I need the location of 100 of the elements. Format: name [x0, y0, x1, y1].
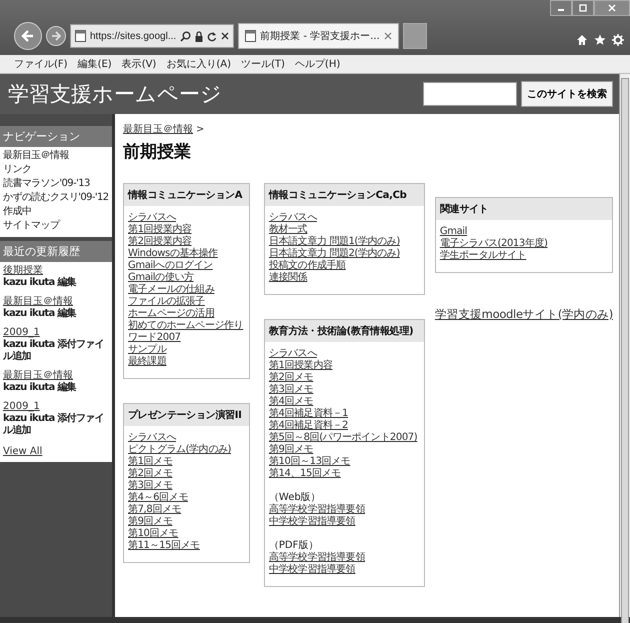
- close-icon[interactable]: [221, 32, 230, 40]
- sidebar-item[interactable]: かずの読むクスリ'09-'12: [3, 191, 109, 205]
- course-link[interactable]: 日本語文章力 問題2(学内のみ): [268, 248, 400, 260]
- gear-icon[interactable]: [612, 34, 624, 46]
- course-link[interactable]: 第2回メモ: [268, 372, 314, 384]
- course-link[interactable]: 学生ポータルサイト: [440, 250, 526, 262]
- box-heading: 関連サイト: [436, 198, 612, 220]
- course-link[interactable]: 第9回メモ: [128, 516, 172, 528]
- course-link[interactable]: シラバスへ: [268, 212, 317, 224]
- course-link[interactable]: 第9回メモ: [268, 444, 314, 456]
- course-link[interactable]: 初めてのホームページ作り: [128, 320, 244, 332]
- course-link[interactable]: 日本語文章力 問題1(学内のみ): [268, 236, 400, 248]
- search-field[interactable]: [423, 82, 517, 106]
- edit-info: kazu ikuta 編集: [3, 382, 78, 394]
- site-title: 学習支援ホームページ: [8, 81, 223, 108]
- box-heading: プレゼンテーション演習II: [124, 404, 249, 426]
- course-link[interactable]: サンプル: [128, 344, 166, 356]
- close-button[interactable]: [594, 0, 630, 16]
- recent-page-link[interactable]: 後期授業: [3, 264, 43, 277]
- moodle-link[interactable]: 学習支援moodleサイト(学内のみ): [434, 307, 613, 322]
- search-button[interactable]: このサイトを検索: [521, 81, 613, 107]
- course-link[interactable]: 中学校学習指導要領: [268, 516, 356, 528]
- sidebar-item[interactable]: サイトマップ: [3, 219, 109, 233]
- course-link[interactable]: シラバスへ: [128, 432, 176, 444]
- breadcrumb-separator: >: [196, 124, 204, 135]
- sidebar-heading: 最近の更新履歴: [0, 241, 112, 262]
- course-link[interactable]: 連接関係: [268, 272, 308, 284]
- view-all-link[interactable]: View All: [3, 445, 42, 458]
- course-link[interactable]: 第1回メモ: [128, 456, 172, 468]
- maximize-icon: [579, 4, 587, 12]
- course-link[interactable]: 投稿文の作成手順: [268, 260, 346, 272]
- course-link[interactable]: 第2回メモ: [128, 468, 172, 480]
- course-link[interactable]: シラバスへ: [268, 348, 317, 360]
- menu-item[interactable]: お気に入り(A): [166, 57, 231, 71]
- box-heading: 情報コミュニケーションCa,Cb: [264, 184, 424, 206]
- course-link[interactable]: 第10回～13回メモ: [268, 456, 350, 468]
- recent-page-link[interactable]: 最新目玉＠情報: [3, 369, 73, 382]
- menu-item[interactable]: ツール(T): [241, 57, 285, 71]
- home-icon[interactable]: [576, 34, 588, 46]
- course-link[interactable]: 第4～6回メモ: [128, 492, 188, 504]
- recent-page-link[interactable]: 2009_1: [3, 400, 40, 413]
- course-link[interactable]: 第4回補足資料－1: [268, 408, 348, 420]
- edit-info: kazu ikuta 添付ファイル追加: [3, 339, 105, 363]
- course-link[interactable]: 電子メールの仕組み: [128, 284, 214, 296]
- edit-info: kazu ikuta 編集: [3, 277, 78, 289]
- sidebar-item[interactable]: 読書マラソン'09-'13: [3, 177, 109, 191]
- refresh-icon[interactable]: [207, 30, 218, 42]
- recent-page-link[interactable]: 最新目玉＠情報: [3, 295, 73, 308]
- course-link[interactable]: ホームページの活用: [128, 308, 214, 320]
- address-bar[interactable]: https://sites.googl...: [70, 24, 234, 48]
- course-link[interactable]: 第14、15回メモ: [268, 468, 341, 480]
- course-link[interactable]: ファイルの拡張子: [128, 296, 205, 308]
- new-tab-button[interactable]: [402, 23, 427, 49]
- course-link[interactable]: 第3回メモ: [128, 480, 172, 492]
- maximize-button[interactable]: [572, 0, 594, 16]
- course-link[interactable]: 教材一式: [268, 224, 308, 236]
- course-link[interactable]: 第3回メモ: [268, 384, 314, 396]
- course-link[interactable]: 高等学校学習指導要領: [268, 552, 365, 564]
- course-link[interactable]: Gmail: [440, 226, 468, 238]
- star-icon[interactable]: [594, 34, 606, 46]
- course-link[interactable]: 中学校学習指導要領: [268, 564, 356, 576]
- sidebar-item[interactable]: 最新目玉＠情報: [3, 149, 109, 163]
- course-link[interactable]: 第1回授業内容: [268, 360, 332, 372]
- course-link[interactable]: 第11～15回メモ: [128, 540, 200, 552]
- sidebar-heading: ナビゲーション: [0, 126, 112, 147]
- course-link[interactable]: 第2回授業内容: [128, 236, 192, 248]
- course-link[interactable]: 高等学校学習指導要領: [268, 504, 365, 516]
- course-link[interactable]: 第4回メモ: [268, 396, 314, 408]
- recent-page-link[interactable]: 2009_1: [3, 326, 40, 339]
- back-button[interactable]: [14, 22, 42, 50]
- course-link[interactable]: 最終課題: [128, 356, 166, 368]
- forward-arrow-icon: [51, 31, 61, 41]
- course-link[interactable]: ワード2007: [128, 332, 181, 344]
- course-link[interactable]: ピクトグラム(学内のみ): [128, 444, 232, 456]
- course-link[interactable]: 電子シラバス(2013年度): [440, 238, 548, 250]
- course-link[interactable]: 第5回～8回(パワーポイント2007): [268, 432, 418, 444]
- menu-item[interactable]: 編集(E): [78, 57, 112, 71]
- page-icon: [245, 30, 256, 42]
- course-link[interactable]: Gmailの使い方: [128, 272, 194, 284]
- sidebar-item[interactable]: リンク: [3, 163, 109, 177]
- course-link[interactable]: シラバスへ: [128, 212, 176, 224]
- menu-item[interactable]: ファイル(F): [14, 57, 68, 71]
- forward-button[interactable]: [46, 26, 66, 46]
- course-link[interactable]: Gmailへのログイン: [128, 260, 213, 272]
- course-link[interactable]: 第4回補足資料－2: [268, 420, 348, 432]
- menu-item[interactable]: 表示(V): [122, 57, 156, 71]
- page-icon: [75, 30, 86, 42]
- course-link[interactable]: 第1回授業内容: [128, 224, 192, 236]
- sidebar-item[interactable]: 作成中: [3, 205, 109, 219]
- minimize-button[interactable]: [550, 0, 572, 16]
- edit-info: kazu ikuta 編集: [3, 308, 78, 320]
- course-link[interactable]: 第7,8回メモ: [128, 504, 182, 516]
- course-link[interactable]: 第10回メモ: [128, 528, 178, 540]
- breadcrumb-link[interactable]: 最新目玉＠情報: [123, 122, 193, 136]
- menu-item[interactable]: ヘルプ(H): [294, 57, 340, 71]
- back-arrow-icon: [21, 29, 35, 43]
- group-label: （Web版）: [268, 492, 321, 504]
- browser-tab[interactable]: 前期授業 - 学習支援ホー...: [238, 23, 399, 49]
- course-link[interactable]: Windowsの基本操作: [128, 248, 218, 260]
- search-icon[interactable]: [180, 30, 192, 42]
